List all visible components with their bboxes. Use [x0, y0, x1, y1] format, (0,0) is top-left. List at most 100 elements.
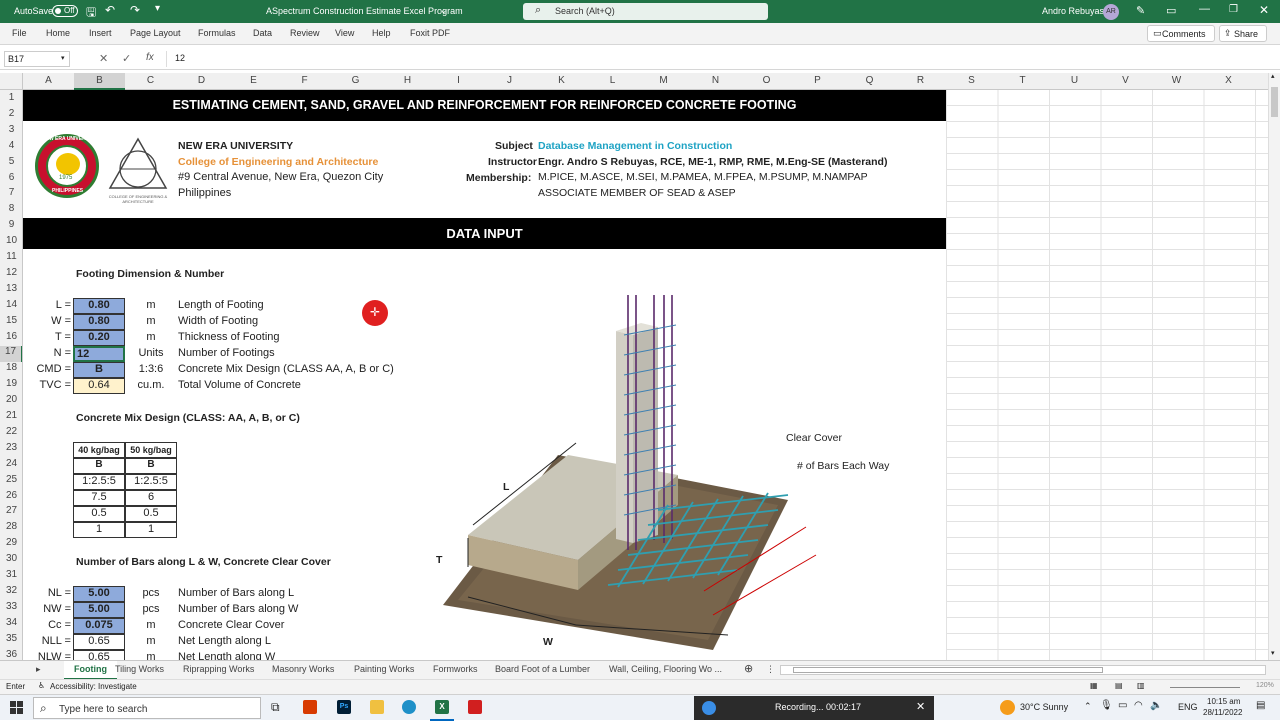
column-header-p[interactable]: P	[792, 75, 843, 86]
column-header-k[interactable]: K	[536, 75, 587, 86]
clock-date[interactable]: 28/11/2022	[1203, 708, 1242, 717]
column-header-m[interactable]: M	[638, 75, 689, 86]
column-header-b[interactable]: B	[74, 73, 125, 90]
row-header-33[interactable]: 33	[0, 601, 22, 617]
input-value-cell[interactable]: 0.075	[73, 617, 125, 634]
column-header-d[interactable]: D	[176, 75, 227, 86]
accessibility-status[interactable]: Accessibility: Investigate	[50, 682, 137, 691]
save-icon[interactable]: 🖫	[86, 3, 96, 24]
more-icon[interactable]: ⋮	[766, 664, 775, 675]
network-icon[interactable]: ▭	[1118, 700, 1127, 711]
row-header-17[interactable]: 17	[0, 346, 22, 363]
menu-page-layout[interactable]: Page Layout	[130, 28, 181, 38]
pdf-icon[interactable]	[468, 700, 482, 714]
row-header-2[interactable]: 2	[0, 108, 22, 124]
horizontal-scrollbar[interactable]	[780, 665, 1266, 675]
select-all-button[interactable]	[0, 73, 23, 90]
input-value-cell[interactable]: 12	[73, 345, 125, 362]
cancel-icon[interactable]: ✕	[99, 52, 108, 65]
formula-input[interactable]: 12	[166, 51, 1266, 67]
scroll-up-icon[interactable]: ▴	[1271, 72, 1275, 80]
column-header-l[interactable]: L	[587, 75, 638, 86]
excel-icon[interactable]: X	[435, 700, 449, 714]
input-value-cell[interactable]: 0.64	[73, 377, 125, 394]
ribbon-display-icon[interactable]: ▭	[1166, 4, 1176, 17]
normal-view-icon[interactable]: ▦	[1090, 681, 1098, 690]
share-button[interactable]: ⇪ Share	[1219, 25, 1267, 42]
menu-data[interactable]: Data	[253, 28, 272, 38]
sheet-tab-0[interactable]: Footing	[64, 661, 117, 680]
page-layout-view-icon[interactable]: ▤	[1115, 681, 1123, 690]
row-header-29[interactable]: 29	[0, 537, 22, 553]
row-header-12[interactable]: 12	[0, 267, 22, 283]
sheet-tab-4[interactable]: Painting Works	[354, 664, 414, 674]
pen-icon[interactable]: ✎	[1136, 4, 1145, 17]
row-header-27[interactable]: 27	[0, 505, 22, 521]
row-header-15[interactable]: 15	[0, 315, 22, 331]
row-header-28[interactable]: 28	[0, 521, 22, 537]
search-box[interactable]: ⌕ Search (Alt+Q)	[523, 3, 768, 20]
menu-insert[interactable]: Insert	[89, 28, 112, 38]
name-box[interactable]: B17 ▾	[4, 51, 70, 67]
sheet-tab-2[interactable]: Riprapping Works	[183, 664, 254, 674]
input-value-cell[interactable]: B	[73, 361, 125, 378]
row-header-32[interactable]: 32	[0, 585, 22, 601]
menu-formulas[interactable]: Formulas	[198, 28, 236, 38]
row-header-19[interactable]: 19	[0, 378, 22, 394]
row-header-11[interactable]: 11	[0, 251, 22, 267]
row-header-13[interactable]: 13	[0, 283, 22, 299]
row-header-18[interactable]: 18	[0, 362, 22, 378]
h-scroll-thumb[interactable]	[793, 667, 1103, 673]
row-header-14[interactable]: 14	[0, 299, 22, 315]
row-header-23[interactable]: 23	[0, 442, 22, 458]
worksheet-grid[interactable]: ESTIMATING CEMENT, SAND, GRAVEL AND REIN…	[23, 90, 1268, 660]
column-header-n[interactable]: N	[690, 75, 741, 86]
column-header-c[interactable]: C	[125, 75, 176, 86]
wifi-icon[interactable]: ◠	[1134, 700, 1143, 711]
column-header-w[interactable]: W	[1151, 75, 1202, 86]
avatar[interactable]: AR	[1103, 4, 1119, 20]
row-header-31[interactable]: 31	[0, 569, 22, 585]
menu-review[interactable]: Review	[290, 28, 320, 38]
task-view-icon[interactable]: ⧉	[271, 700, 280, 715]
page-break-view-icon[interactable]: ▥	[1137, 681, 1145, 690]
column-header-u[interactable]: U	[1049, 75, 1100, 86]
column-header-r[interactable]: R	[895, 75, 946, 86]
row-header-1[interactable]: 1	[0, 92, 22, 108]
row-header-16[interactable]: 16	[0, 331, 22, 347]
row-header-4[interactable]: 4	[0, 140, 22, 156]
edge-icon[interactable]	[402, 700, 416, 714]
enter-icon[interactable]: ✓	[122, 52, 131, 65]
column-header-g[interactable]: G	[330, 75, 381, 86]
row-header-30[interactable]: 30	[0, 553, 22, 569]
input-value-cell[interactable]: 0.65	[73, 649, 125, 660]
language-indicator[interactable]: ENG	[1178, 702, 1198, 712]
add-sheet-icon[interactable]: ⊕	[744, 662, 753, 675]
column-header-h[interactable]: H	[382, 75, 433, 86]
column-header-a[interactable]: A	[23, 75, 74, 86]
row-header-7[interactable]: 7	[0, 187, 22, 203]
tray-chevron-icon[interactable]: ⌃	[1084, 701, 1092, 712]
column-header-f[interactable]: F	[279, 75, 330, 86]
row-header-8[interactable]: 8	[0, 203, 22, 219]
row-header-25[interactable]: 25	[0, 474, 22, 490]
volume-icon[interactable]: 🔈	[1150, 700, 1162, 711]
comments-button[interactable]: ▭ Comments	[1147, 25, 1215, 42]
input-value-cell[interactable]: 0.65	[73, 633, 125, 650]
menu-home[interactable]: Home	[46, 28, 70, 38]
column-header-t[interactable]: T	[997, 75, 1048, 86]
column-header-q[interactable]: Q	[844, 75, 895, 86]
photoshop-icon[interactable]: Ps	[337, 700, 351, 714]
input-value-cell[interactable]: 5.00	[73, 586, 125, 602]
microphone-icon[interactable]: 🎙	[1100, 700, 1113, 711]
row-header-35[interactable]: 35	[0, 633, 22, 649]
row-header-3[interactable]: 3	[0, 124, 22, 140]
zoom-level[interactable]: 120%	[1256, 682, 1274, 689]
windows-start-icon[interactable]	[10, 701, 24, 715]
column-header-i[interactable]: I	[433, 75, 484, 86]
input-value-cell[interactable]: 5.00	[73, 601, 125, 618]
title-dropdown-icon[interactable]: ⌄	[440, 5, 448, 16]
vertical-scrollbar[interactable]: ▴ ▾	[1268, 73, 1280, 660]
row-header-24[interactable]: 24	[0, 458, 22, 474]
recording-close-icon[interactable]: ✕	[916, 700, 925, 713]
